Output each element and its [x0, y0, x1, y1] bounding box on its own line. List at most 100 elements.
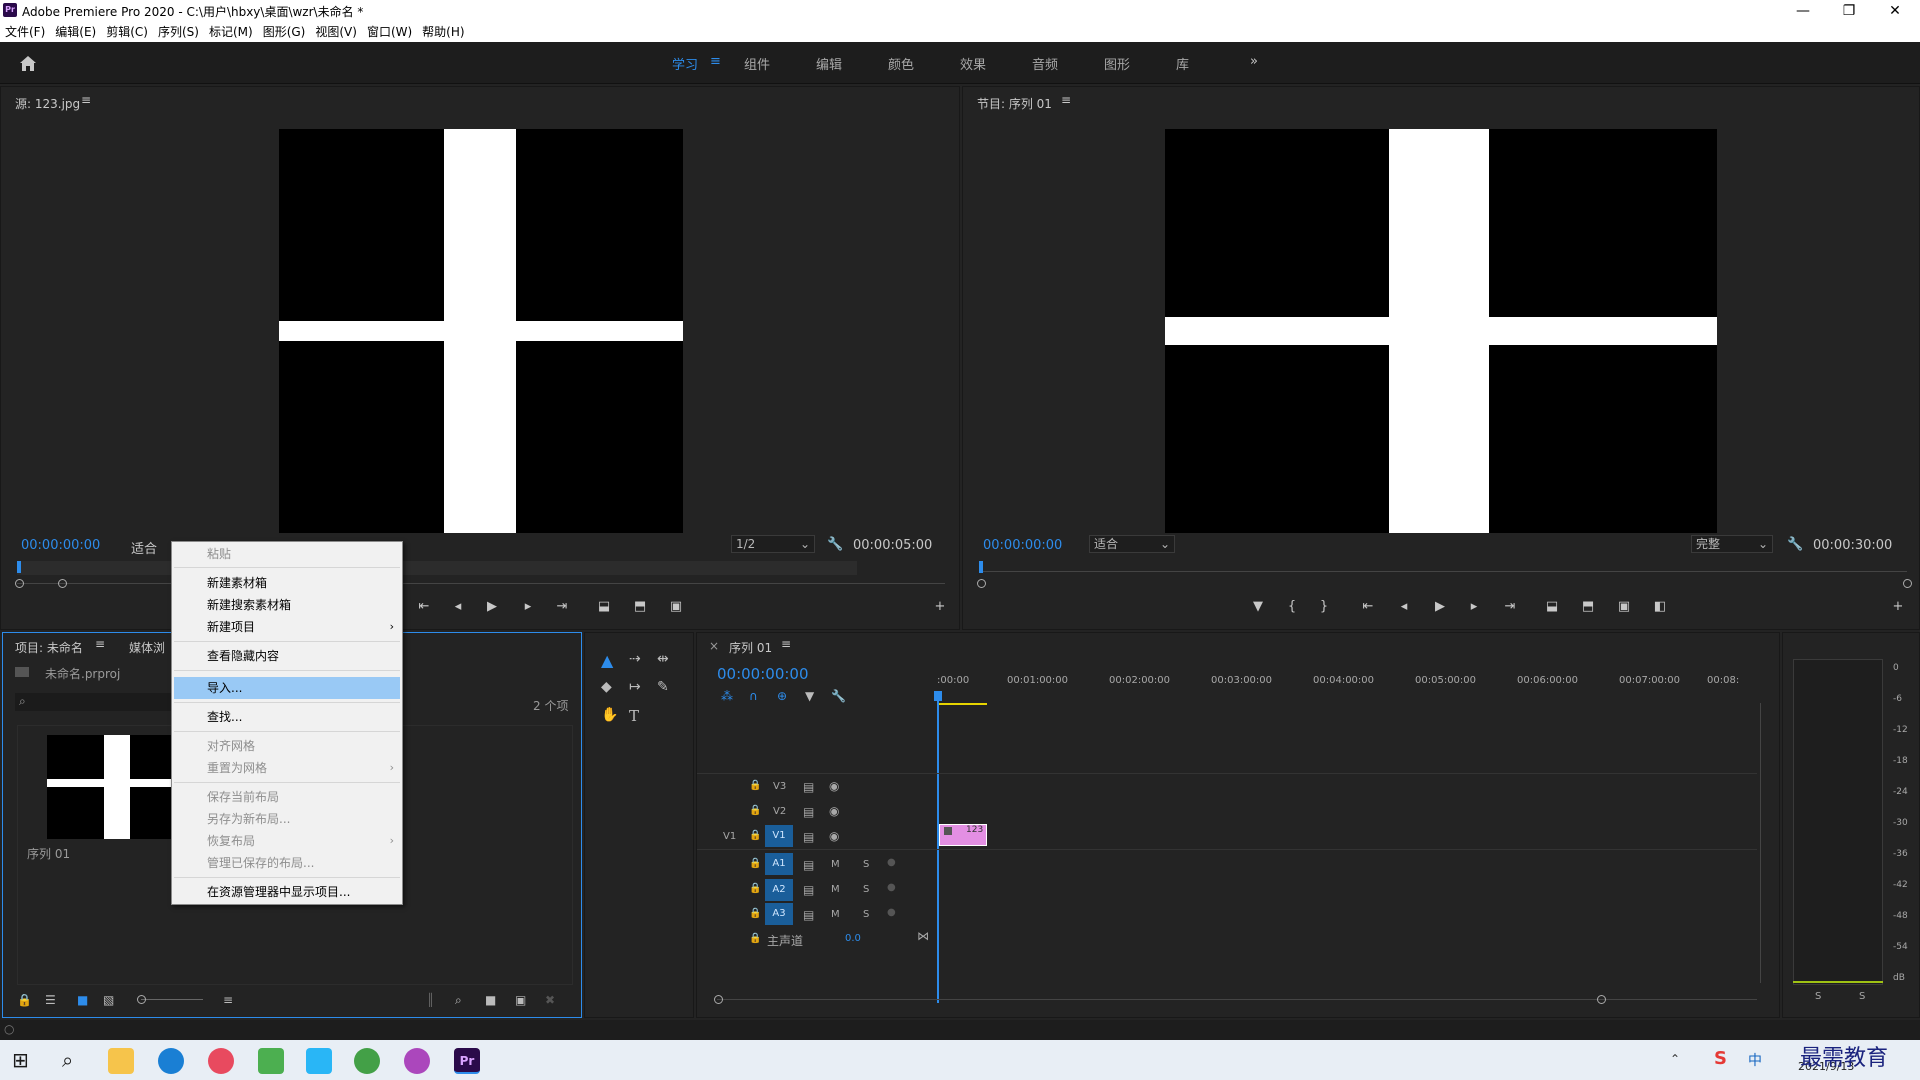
app-icon-7[interactable] — [404, 1048, 430, 1074]
lock-icon[interactable]: 🔒 — [749, 908, 761, 919]
sync-lock-icon[interactable]: ▤ — [803, 908, 814, 922]
linked-selection-icon[interactable]: ⊕ — [777, 689, 787, 703]
lock-icon[interactable]: 🔒 — [17, 993, 32, 1007]
app-icon-3[interactable] — [208, 1048, 234, 1074]
source-patch[interactable]: V1 — [723, 831, 736, 842]
freeform-view-icon[interactable]: ▧ — [103, 993, 114, 1007]
solo-left-button[interactable]: S — [1815, 991, 1821, 1002]
menu-item-new-search-bin[interactable]: 新建搜索素材箱 — [207, 595, 291, 615]
comparison-view-icon[interactable]: ◧ — [1649, 599, 1671, 614]
zoom-slider-handle[interactable] — [137, 995, 146, 1004]
playhead-handle[interactable] — [934, 691, 942, 701]
premiere-taskbar-icon[interactable]: Pr — [454, 1048, 480, 1074]
track-target-v1[interactable]: V1 — [765, 825, 793, 847]
media-browser-tab[interactable]: 媒体浏 — [129, 639, 165, 656]
workspace-menu-icon[interactable]: ≡ — [710, 54, 721, 69]
track-name[interactable]: V3 — [773, 781, 786, 792]
source-zoom-handle-left[interactable] — [15, 579, 24, 588]
add-button-icon[interactable]: + — [1887, 599, 1909, 614]
sync-lock-icon[interactable]: ▤ — [803, 883, 814, 897]
sequence-thumbnail[interactable] — [47, 735, 177, 839]
close-icon[interactable]: ✕ — [1872, 0, 1918, 22]
minimize-icon[interactable]: — — [1780, 0, 1826, 22]
workspace-audio[interactable]: 音频 — [1032, 54, 1058, 73]
lock-icon[interactable]: 🔒 — [749, 883, 761, 894]
menu-item-manage-layouts[interactable]: 管理已保存的布局... — [207, 853, 314, 873]
mute-button[interactable]: M — [831, 859, 840, 870]
lock-icon[interactable]: 🔒 — [749, 805, 761, 816]
lift-icon[interactable]: ⬓ — [1541, 599, 1563, 614]
lock-icon[interactable]: 🔒 — [749, 933, 761, 944]
solo-button[interactable]: S — [863, 909, 869, 920]
frame-back-icon[interactable]: ◂ — [1393, 599, 1415, 614]
timeline-vertical-scrollbar[interactable] — [1760, 703, 1761, 983]
frame-back-icon[interactable]: ◂ — [447, 599, 469, 614]
nest-icon[interactable]: ⁂ — [721, 689, 733, 703]
app-icon-6[interactable] — [354, 1048, 380, 1074]
sequence-item-label[interactable]: 序列 01 — [27, 845, 70, 862]
project-search-input[interactable]: ⌕ — [15, 693, 175, 711]
mic-icon[interactable]: ● — [887, 857, 896, 868]
step-back-icon[interactable]: ⇤ — [413, 599, 435, 614]
menu-item-save-new-layout[interactable]: 另存为新布局... — [207, 809, 290, 829]
project-tab[interactable]: 项目: 未命名 — [15, 639, 83, 656]
export-frame-icon[interactable]: ▣ — [1613, 599, 1635, 614]
track-select-tool-icon[interactable]: ⇢ — [629, 651, 641, 667]
menu-edit[interactable]: 编辑(E) — [50, 22, 101, 42]
source-zoom-bar[interactable] — [17, 583, 945, 584]
wrench-icon[interactable]: 🔧 — [1787, 537, 1803, 552]
frame-forward-icon[interactable]: ▸ — [1463, 599, 1485, 614]
lock-icon[interactable]: 🔒 — [749, 830, 761, 841]
windows-start-icon[interactable]: ⊞ — [12, 1048, 29, 1072]
go-to-in-icon[interactable]: ⇤ — [1357, 599, 1379, 614]
home-icon[interactable] — [18, 54, 38, 72]
source-zoom-handle-right[interactable] — [58, 579, 67, 588]
solo-button[interactable]: S — [863, 859, 869, 870]
go-to-out-icon[interactable]: ⇥ — [1499, 599, 1521, 614]
sync-lock-icon[interactable]: ▤ — [803, 858, 814, 872]
menu-item-new-item[interactable]: 新建项目 — [207, 617, 255, 637]
mute-button[interactable]: M — [831, 884, 840, 895]
add-marker-icon[interactable]: ▼ — [805, 689, 814, 703]
wrench-icon[interactable]: 🔧 — [827, 537, 843, 552]
add-button-icon[interactable]: + — [929, 599, 951, 614]
panel-menu-icon[interactable]: ≡ — [781, 637, 791, 651]
track-target-a1[interactable]: A1 — [765, 853, 793, 875]
sogou-ime-icon[interactable]: S — [1714, 1048, 1727, 1069]
workspace-libraries[interactable]: 库 — [1176, 54, 1189, 73]
workspace-graphics[interactable]: 图形 — [1104, 54, 1130, 73]
edge-browser-icon[interactable] — [158, 1048, 184, 1074]
menu-graphics[interactable]: 图形(G) — [258, 22, 311, 42]
file-explorer-icon[interactable] — [108, 1048, 134, 1074]
workspace-assembly[interactable]: 组件 — [744, 54, 770, 73]
zoom-slider[interactable] — [141, 999, 203, 1000]
workspace-effects[interactable]: 效果 — [960, 54, 986, 73]
frame-forward-icon[interactable]: ▸ — [517, 599, 539, 614]
timeline-playhead[interactable] — [937, 693, 939, 1003]
menu-item-reset-grid[interactable]: 重置为网格 — [207, 758, 267, 778]
type-tool-icon[interactable]: T — [629, 707, 639, 725]
overwrite-icon[interactable]: ⬒ — [629, 599, 651, 614]
timeline-settings-icon[interactable]: 🔧 — [831, 689, 846, 703]
track-target-a3[interactable]: A3 — [765, 903, 793, 925]
program-monitor-title[interactable]: 节目: 序列 01 — [977, 95, 1052, 112]
snap-icon[interactable]: ∩ — [749, 689, 758, 703]
program-timecode[interactable]: 00:00:00:00 — [983, 538, 1062, 553]
menu-item-reveal-in-explorer[interactable]: 在资源管理器中显示项目... — [207, 882, 350, 902]
program-playhead[interactable] — [979, 561, 983, 573]
timeline-ruler[interactable]: :00:00 00:01:00:00 00:02:00:00 00:03:00:… — [937, 675, 1739, 697]
program-zoom-handle-left[interactable] — [977, 579, 986, 588]
menu-item-show-hidden[interactable]: 查看隐藏内容 — [207, 646, 279, 666]
track-target-a2[interactable]: A2 — [765, 879, 793, 901]
selection-tool-icon[interactable]: ▲ — [601, 651, 613, 670]
automate-icon[interactable]: ║ — [427, 993, 434, 1007]
menu-item-restore-layout[interactable]: 恢复布局 — [207, 831, 255, 851]
panel-menu-icon[interactable]: ≡ — [95, 637, 105, 651]
app-icon-5[interactable] — [306, 1048, 332, 1074]
menu-clip[interactable]: 剪辑(C) — [101, 22, 153, 42]
pen-tool-icon[interactable]: ✎ — [657, 679, 669, 695]
menu-item-new-bin[interactable]: 新建素材箱 — [207, 573, 267, 593]
more-workspaces-icon[interactable]: » — [1250, 54, 1258, 69]
insert-icon[interactable]: ⬓ — [593, 599, 615, 614]
new-bin-icon[interactable]: ■ — [485, 993, 496, 1007]
